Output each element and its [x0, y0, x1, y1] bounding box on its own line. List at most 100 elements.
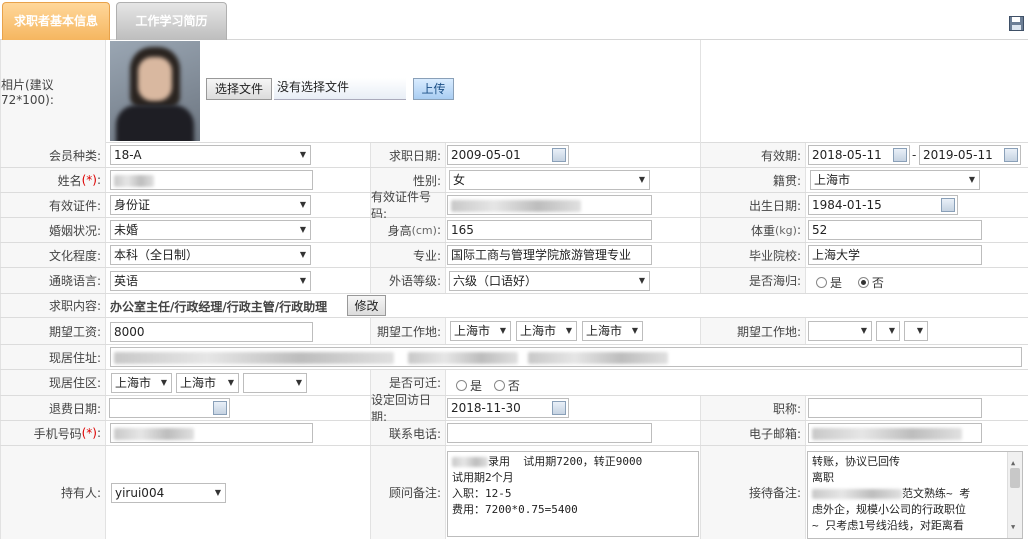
refund-date-input[interactable] [109, 398, 230, 418]
tab-basic-info[interactable]: 求职者基本信息 [2, 2, 110, 40]
weight-unit: (kg) [775, 223, 797, 237]
id-type-select[interactable]: 身份证 [110, 195, 311, 215]
expected-loc1-city[interactable]: 上海市 [516, 321, 577, 341]
height-input[interactable]: 165 [447, 220, 652, 240]
row-name: 姓名(*): 性别: 女 籍贯: 上海市 [0, 168, 1028, 193]
address-label: 现居住址: [0, 345, 106, 369]
expected-loc2-province[interactable] [808, 321, 872, 341]
expected-loc1-province[interactable]: 上海市 [450, 321, 511, 341]
returnee-yes-radio[interactable] [816, 277, 827, 288]
consultant-note-line: 费用：7200*0.75=5400 [452, 503, 578, 516]
member-type-select[interactable]: 18-A [110, 145, 311, 165]
job-title-input[interactable] [808, 398, 982, 418]
relocate-no-radio[interactable] [493, 380, 505, 391]
refund-date-label: 退费日期: [0, 396, 106, 420]
callback-date-input[interactable]: 2018-11-30 [447, 398, 569, 418]
job-content-label: 求职内容: [0, 294, 106, 317]
floppy-disk-icon[interactable] [1009, 16, 1024, 31]
valid-start-value: 2018-05-11 [812, 148, 882, 162]
required-mark: (*) [81, 426, 97, 440]
id-number-input[interactable] [447, 195, 652, 215]
no-file-text: 没有选择文件 [274, 78, 406, 100]
district-province[interactable]: 上海市 [111, 373, 172, 393]
row-district: 现居住区: 上海市 上海市 是否可迁: 是 否 [0, 370, 1028, 396]
native-place-select[interactable]: 上海市 [810, 170, 980, 190]
marital-label: 婚姻状况: [0, 218, 106, 242]
member-type-label: 会员种类: [0, 143, 106, 167]
valid-period-label: 有效期: [700, 143, 806, 167]
edit-job-button[interactable]: 修改 [347, 295, 386, 316]
name-input[interactable] [110, 170, 313, 190]
major-label: 专业: [370, 243, 446, 267]
photo-label: 相片(建议72*100): [0, 40, 106, 143]
calendar-icon[interactable] [893, 148, 907, 162]
upload-button[interactable]: 上传 [413, 78, 454, 100]
relocate-no-label: 否 [507, 379, 520, 393]
valid-start-input[interactable]: 2018-05-11 [808, 145, 910, 165]
education-select[interactable]: 本科（全日制） [110, 245, 311, 265]
expected-loc2-district[interactable] [904, 321, 928, 341]
reception-note-line: ~ 只考虑1号线沿线，对距离看 [812, 519, 964, 532]
weight-colon: : [796, 223, 801, 237]
name-label: 姓名 (*): [0, 168, 106, 192]
lang-level-select[interactable]: 六级（口语好） [449, 271, 650, 291]
calendar-icon[interactable] [1004, 148, 1018, 162]
address-input[interactable] [110, 347, 1022, 367]
callback-date-label: 设定回访日期: [370, 393, 446, 424]
gender-select[interactable]: 女 [449, 170, 650, 190]
relocate-yes-radio[interactable] [456, 380, 467, 391]
reception-note-scrollbar[interactable]: ▲ ▼ [1007, 452, 1022, 538]
birth-date-label: 出生日期: [700, 193, 806, 217]
weight-input[interactable]: 52 [808, 220, 982, 240]
calendar-icon[interactable] [552, 148, 566, 162]
calendar-icon[interactable] [213, 401, 227, 415]
returnee-no-radio[interactable] [857, 277, 869, 288]
reception-note-label: 接待备注: [700, 446, 806, 539]
expected-loc1-label: 期望工作地: [370, 318, 446, 344]
expected-salary-input[interactable]: 8000 [110, 322, 313, 342]
choose-file-button[interactable]: 选择文件 [206, 78, 272, 100]
valid-end-input[interactable]: 2019-05-11 [919, 145, 1021, 165]
tab-resume[interactable]: 工作学习简历 [116, 2, 227, 40]
row-member: 会员种类: 18-A 求职日期: 2009-05-01 有效期: 2018-05… [0, 143, 1028, 168]
returnee-radio-group: 是 否 [816, 274, 884, 291]
calendar-icon[interactable] [552, 401, 566, 415]
applicant-photo [110, 41, 200, 141]
name-colon: : [96, 173, 101, 187]
school-input[interactable]: 上海大学 [808, 245, 982, 265]
job-content-value: 办公室主任/行政经理/行政主管/行政助理 [110, 300, 328, 314]
apply-date-input[interactable]: 2009-05-01 [447, 145, 569, 165]
row-dates: 退费日期: 设定回访日期: 2018-11-30 职称: [0, 393, 1028, 424]
marital-select[interactable]: 未婚 [110, 220, 311, 240]
expected-loc1-district[interactable]: 上海市 [582, 321, 643, 341]
row-contact: 手机号码 (*): 联系电话: 电子邮箱: [0, 421, 1028, 446]
expected-loc2-city[interactable] [876, 321, 900, 341]
district-city[interactable]: 上海市 [176, 373, 239, 393]
mobile-colon: : [96, 426, 101, 440]
major-input[interactable]: 国际工商与管理学院旅游管理专业 [447, 245, 652, 265]
district-area[interactable] [243, 373, 307, 393]
height-colon: : [436, 223, 441, 237]
reception-note-textarea[interactable]: 转账，协议已回传 离职 范文熟练~ 考虑外企，规模小公司的行政职位 ~ 只考虑1号线沿… [807, 451, 1023, 539]
education-label: 文化程度: [0, 243, 106, 267]
birth-date-input[interactable]: 1984-01-15 [808, 195, 958, 215]
holder-select[interactable]: yirui004 [111, 483, 226, 503]
id-number-label: 有效证件号码: [370, 190, 446, 221]
reception-note-line: 转账，协议已回传 [812, 455, 900, 468]
calendar-icon[interactable] [941, 198, 955, 212]
phone-input[interactable] [447, 423, 652, 443]
consultant-note-label: 顾问备注: [370, 446, 446, 539]
consultant-note-textarea[interactable]: 录用 试用期7200，转正9000 试用期2个月 入职：12-5 费用：7200*0.… [447, 451, 699, 537]
apply-date-label: 求职日期: [370, 143, 446, 167]
mobile-label: 手机号码 (*): [0, 421, 106, 445]
email-input[interactable] [808, 423, 982, 443]
consultant-note-line: 录用 试用期7200，转正9000 [452, 454, 694, 470]
mobile-input[interactable] [110, 423, 313, 443]
weight-label: 体重 (kg): [700, 218, 806, 242]
language-select[interactable]: 英语 [110, 271, 311, 291]
weight-label-text: 体重 [751, 223, 776, 238]
height-label-text: 身高 [387, 223, 412, 238]
expected-salary-label: 期望工资: [0, 318, 106, 344]
email-label: 电子邮箱: [700, 421, 806, 445]
height-unit: (cm) [411, 223, 437, 237]
